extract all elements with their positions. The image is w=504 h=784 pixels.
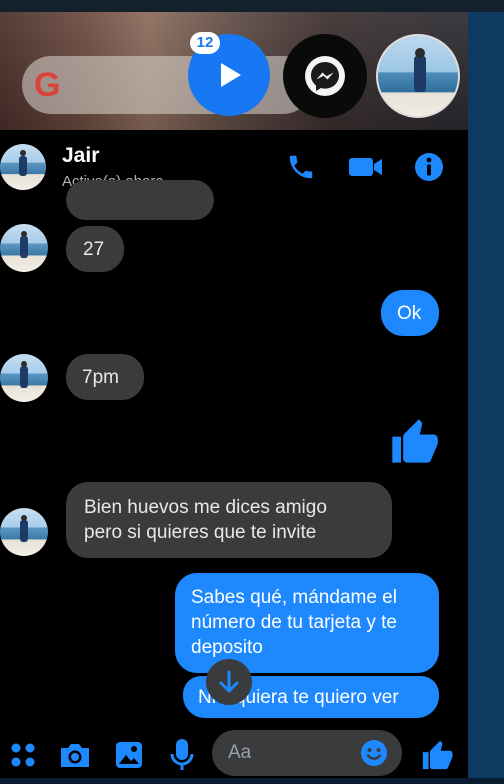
message-sent[interactable]: Sabes qué, mándame el número de tu tarje… — [175, 573, 439, 673]
unread-badge: 12 — [190, 32, 220, 54]
message-sent[interactable]: Ok — [381, 290, 439, 336]
apps-icon[interactable] — [10, 742, 36, 773]
avatar[interactable] — [0, 144, 46, 190]
phone-icon[interactable] — [286, 152, 316, 187]
camera-icon[interactable] — [58, 740, 92, 775]
message-received[interactable]: 27 — [66, 226, 124, 272]
thumbs-up-icon[interactable] — [420, 738, 454, 777]
contact-figure — [414, 56, 426, 92]
scroll-down-button[interactable] — [206, 659, 252, 705]
message-line: Bien huevos me dices amigo — [84, 497, 327, 518]
avatar[interactable] — [0, 224, 48, 272]
info-icon[interactable] — [414, 152, 444, 187]
avatar[interactable] — [0, 508, 48, 556]
avatar[interactable] — [0, 354, 48, 402]
phone-screen: G 12 Jair Activo(a) ahora — [0, 12, 468, 778]
arrow-down-icon — [219, 670, 239, 693]
message-received[interactable]: Bien huevos me dices amigo pero si quier… — [66, 482, 392, 558]
message-line: número de tu tarjeta y te — [191, 612, 397, 633]
video-camera-icon[interactable] — [348, 154, 384, 185]
google-logo: G — [34, 66, 61, 104]
top-band — [0, 0, 504, 12]
message-line: deposito — [191, 637, 263, 658]
microphone-icon[interactable] — [170, 738, 194, 777]
message-line: Sabes qué, mándame el — [191, 587, 397, 608]
thumbs-up-icon[interactable] — [388, 414, 440, 473]
background-panel — [468, 12, 504, 778]
composer-bar: Aa — [0, 718, 468, 778]
messenger-icon — [305, 56, 345, 96]
messenger-chat-head[interactable] — [283, 34, 367, 118]
contact-chat-head[interactable] — [376, 34, 460, 118]
emoji-icon[interactable] — [360, 739, 388, 772]
contact-head — [415, 48, 425, 58]
contact-name[interactable]: Jair — [62, 144, 99, 168]
message-line: pero si quieres que te invite — [84, 522, 317, 543]
message-input[interactable]: Aa — [212, 730, 402, 776]
message-partial — [66, 180, 214, 220]
message-input-placeholder: Aa — [228, 742, 252, 763]
message-received[interactable]: 7pm — [66, 354, 144, 400]
bottom-band — [0, 778, 504, 784]
image-icon[interactable] — [114, 740, 144, 775]
